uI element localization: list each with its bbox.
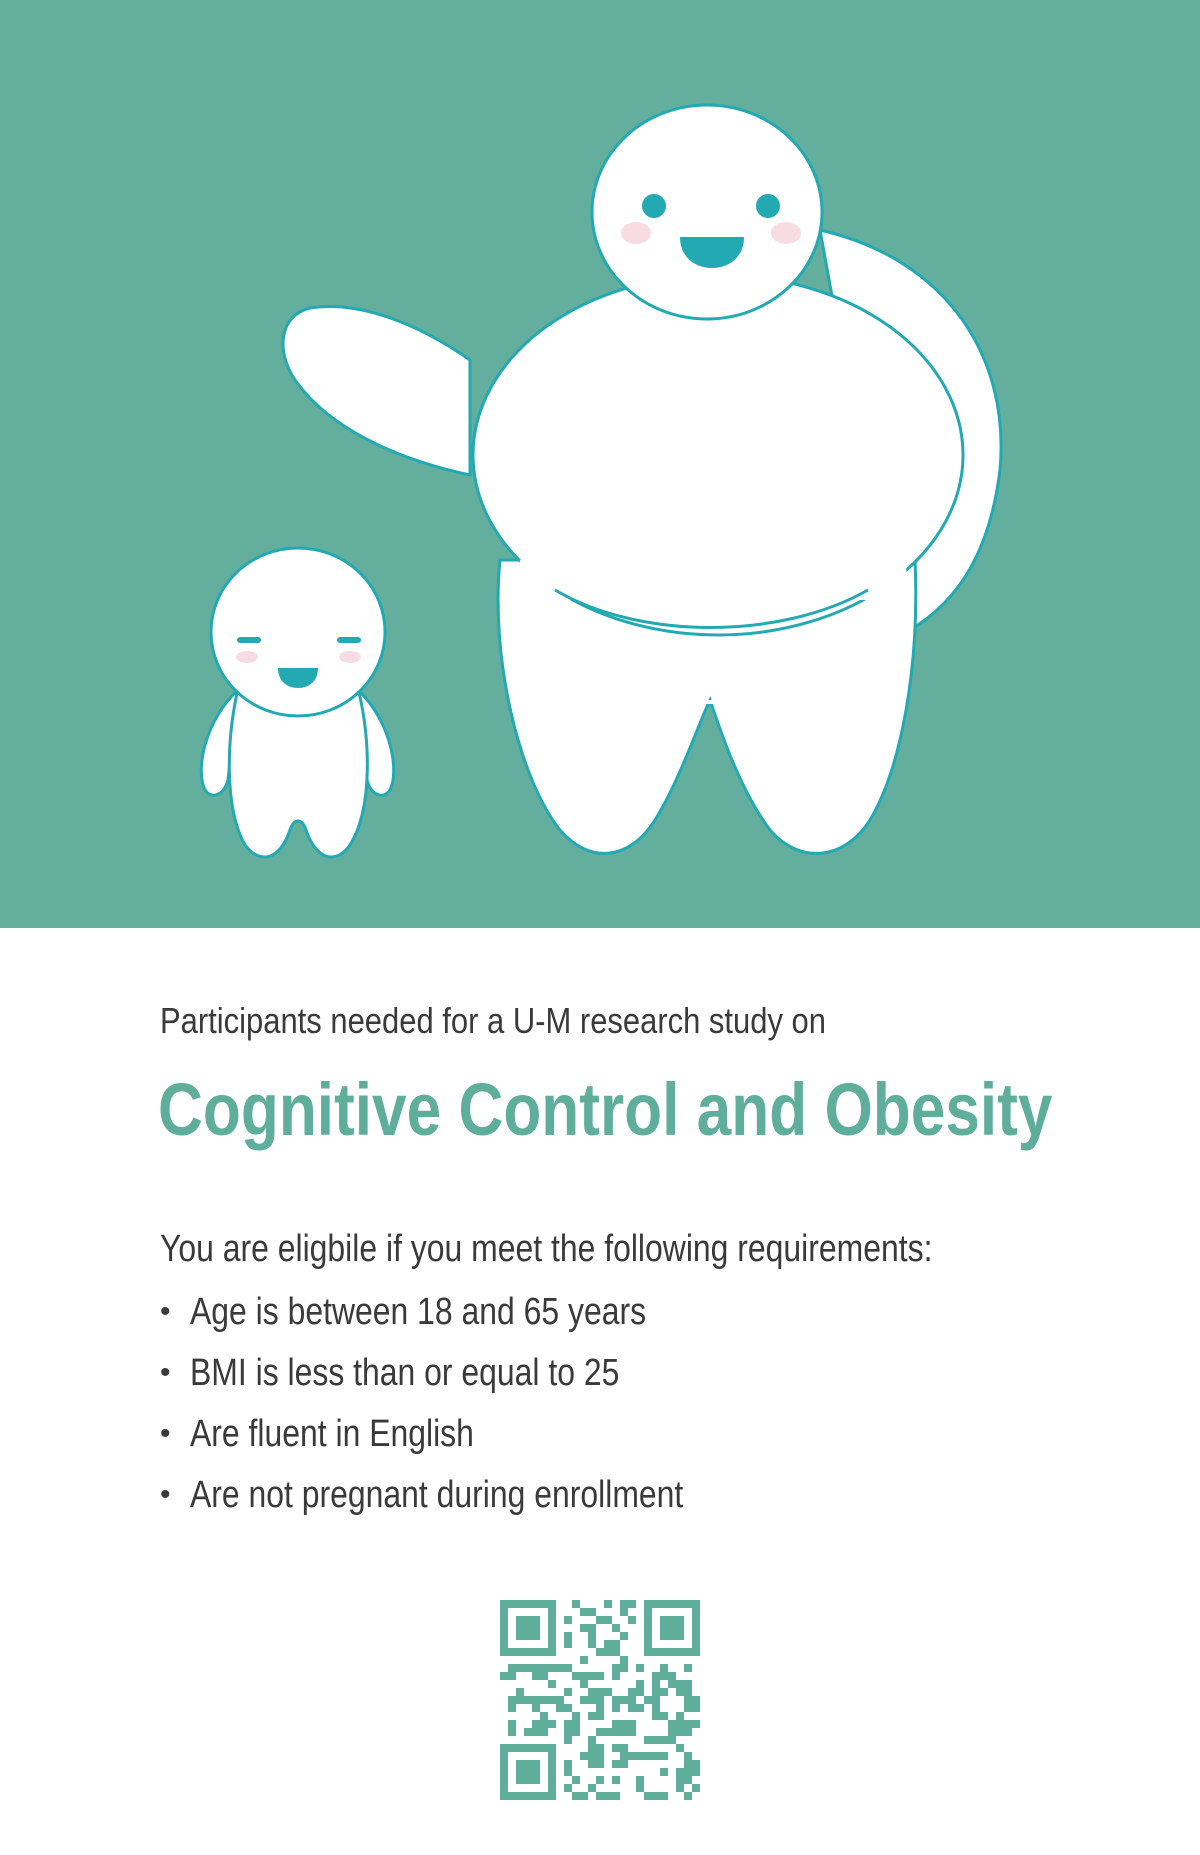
flyer: Participants needed for a U-M research s… [0,0,1200,1855]
bullet-icon: • [160,1295,171,1328]
intro-text: Participants needed for a U-M research s… [160,1000,826,1041]
small-mascot-head [209,546,387,718]
tall-mascot-waving-arm [281,305,472,477]
tall-mascot-head [590,103,824,321]
tall-mascot-left-eye [642,194,666,218]
bullet-icon: • [160,1417,171,1450]
small-mascot-right-cheek [339,651,361,663]
hero-banner [0,0,1200,928]
requirement-text: Are not pregnant during enrollment [190,1474,684,1516]
tall-mascot-left-cheek [621,222,651,244]
qr-code-icon[interactable] [500,1600,700,1800]
requirement-text: Age is between 18 and 65 years [190,1291,647,1333]
tall-mascot-right-eye [756,194,780,218]
tall-mascot-right-cheek [771,222,801,244]
requirement-text: Are fluent in English [190,1413,474,1455]
requirement-text: BMI is less than or equal to 25 [190,1352,620,1394]
mascot-illustration [199,103,1003,859]
study-title: Cognitive Control and Obesity [158,1068,1053,1151]
eligibility-heading: You are eligbile if you meet the followi… [160,1228,933,1270]
small-mascot-left-cheek [236,651,258,663]
bullet-icon: • [160,1356,171,1389]
bullet-icon: • [160,1478,171,1511]
